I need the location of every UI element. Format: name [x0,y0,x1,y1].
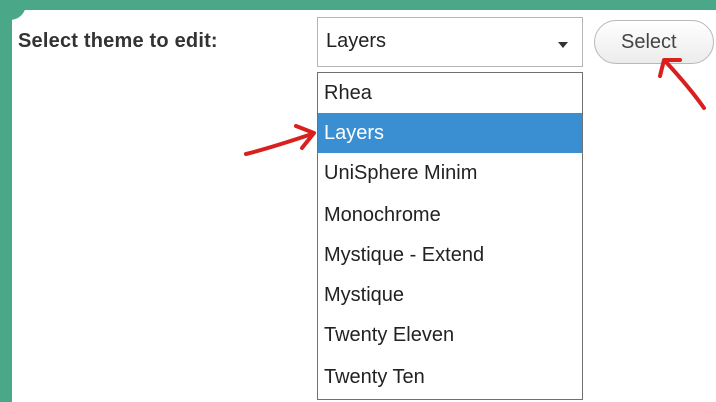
select-theme-label: Select theme to edit: [18,30,218,52]
theme-select-value: Layers [326,30,387,52]
frame-left-border [0,0,12,402]
annotation-arrow-right [658,58,706,110]
dropdown-option-rhea[interactable]: Rhea [318,73,582,113]
dropdown-option-layers[interactable]: Layers [318,113,582,153]
theme-dropdown-list[interactable]: Rhea Layers UniSphere Minim Monochrome M… [317,72,583,400]
dropdown-option-unisphere-minim[interactable]: UniSphere Minim [318,153,582,193]
dropdown-option-monochrome[interactable]: Monochrome [318,195,582,235]
dropdown-option-mystique-extend[interactable]: Mystique - Extend [318,235,582,275]
dropdown-option-twenty-ten[interactable]: Twenty Ten [318,357,582,397]
dropdown-option-mystique[interactable]: Mystique [318,275,582,315]
chevron-down-icon[interactable] [558,42,568,48]
dropdown-option-twenty-eleven[interactable]: Twenty Eleven [318,315,582,355]
theme-select[interactable]: Layers [317,17,583,67]
frame-corner [0,0,26,20]
annotation-arrow-left [244,124,316,156]
frame-top-border [0,0,716,10]
